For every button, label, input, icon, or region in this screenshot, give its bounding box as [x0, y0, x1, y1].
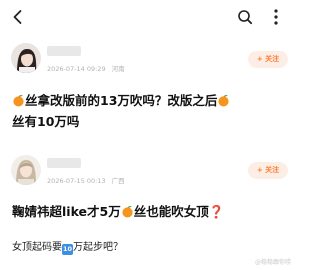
- orange-icon: [122, 206, 133, 218]
- post-meta: 2026-07-15 00:13 广西: [47, 175, 125, 185]
- username-redacted[interactable]: [47, 46, 81, 56]
- post-title-text: 丝也能吹女顶: [133, 204, 209, 219]
- search-icon[interactable]: [237, 9, 253, 25]
- post-timestamp: 2026-07-14 09:29: [47, 65, 106, 73]
- post-location: 河南: [111, 65, 125, 73]
- post-subtitle-text: 女顶起码要: [12, 242, 62, 253]
- keycap-ten-icon: 10: [62, 244, 73, 255]
- avatar[interactable]: [11, 155, 41, 185]
- back-icon[interactable]: [10, 9, 26, 25]
- follow-button[interactable]: + 关注: [248, 51, 288, 68]
- orange-icon: [218, 95, 230, 107]
- avatar[interactable]: [11, 43, 41, 73]
- username-redacted[interactable]: [47, 158, 81, 168]
- more-icon[interactable]: [268, 8, 284, 26]
- follow-button[interactable]: + 关注: [248, 162, 288, 179]
- watermark: @稳稳跟你唠: [254, 259, 291, 266]
- post-title-text: 万: [108, 204, 121, 219]
- post-title-text: 丝有10万吗: [12, 114, 80, 129]
- post-title-text: 鞠婧祎超like才5: [12, 204, 109, 219]
- top-bar: [0, 0, 297, 34]
- post-title: 鞠婧祎超like才5万 丝也能吹女顶❓: [12, 201, 290, 222]
- post-timestamp: 2026-07-15 00:13: [47, 177, 106, 185]
- post-subtitle-text: 万起步吧？: [73, 242, 123, 253]
- post-location: 广西: [111, 177, 125, 185]
- post-title: 丝拿改版前的13万吹吗？改版之后 丝有10万吗: [12, 90, 290, 132]
- post-subtitle: 女顶起码要10万起步吧？: [12, 238, 123, 255]
- post-title-text: 丝拿改版前的13万吹吗？改版之后: [25, 93, 218, 108]
- orange-icon: [13, 95, 24, 107]
- question-mark-icon: ❓: [208, 204, 225, 219]
- post-meta: 2026-07-14 09:29 河南: [47, 63, 125, 73]
